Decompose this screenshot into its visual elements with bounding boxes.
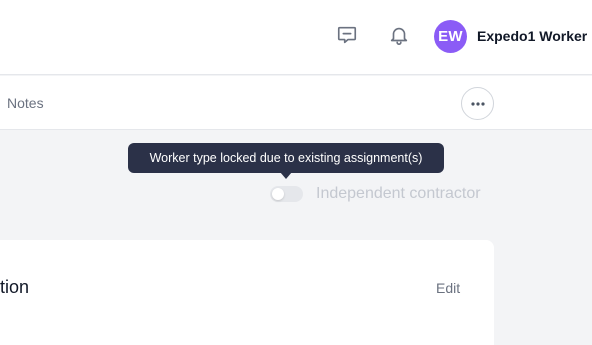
notifications-button[interactable]	[386, 22, 412, 48]
independent-contractor-label: Independent contractor	[316, 185, 481, 202]
tooltip-arrow	[280, 172, 292, 179]
more-options-button[interactable]	[461, 87, 494, 120]
avatar[interactable]: EW	[434, 20, 467, 53]
tab-notes[interactable]: Notes	[7, 95, 44, 111]
independent-contractor-toggle[interactable]	[270, 186, 303, 202]
toggle-knob	[272, 188, 284, 200]
card-title: tion	[0, 277, 30, 297]
user-name[interactable]: Expedo1 Worker	[477, 28, 587, 44]
ellipsis-icon	[470, 101, 485, 106]
top-header: EW Expedo1 Worker	[0, 0, 592, 75]
info-card	[0, 240, 494, 345]
chat-button[interactable]	[334, 22, 360, 48]
edit-button[interactable]: Edit	[436, 280, 460, 296]
tab-bar: Notes	[0, 76, 592, 130]
bell-icon	[390, 27, 408, 45]
message-square-icon	[337, 26, 357, 44]
worker-type-tooltip: Worker type locked due to existing assig…	[128, 143, 444, 173]
